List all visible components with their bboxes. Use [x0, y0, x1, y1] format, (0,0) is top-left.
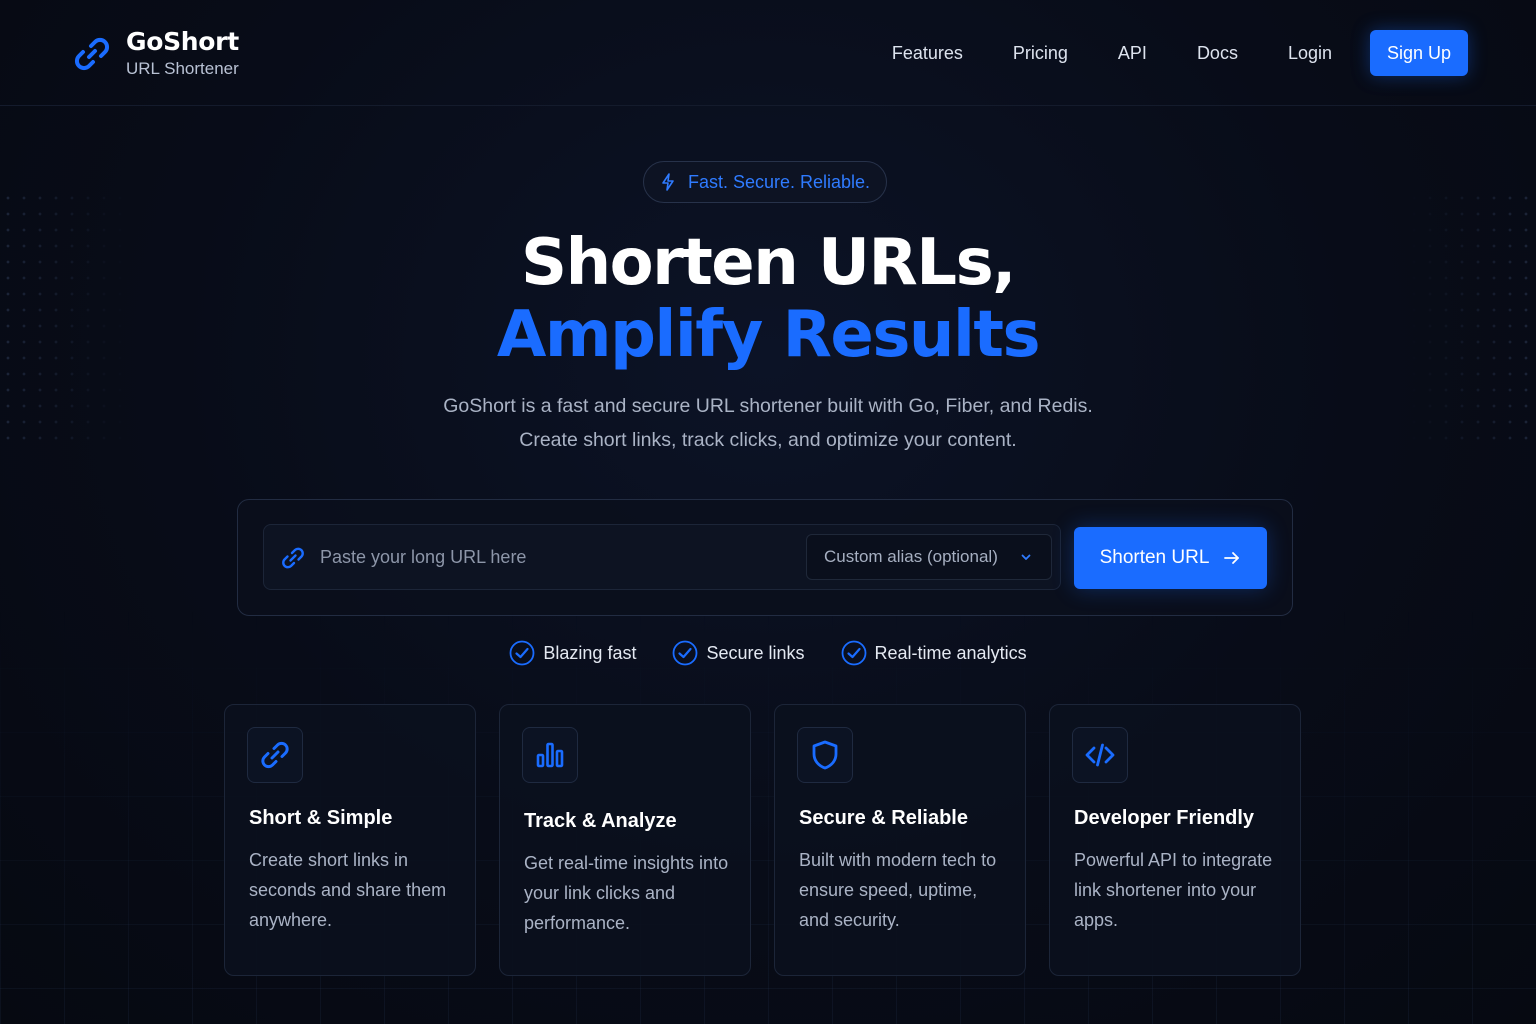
feature-checklist: Blazing fast Secure links Real-time anal…	[0, 640, 1536, 666]
card-icon-box	[522, 727, 578, 783]
brand-name: GoShort	[126, 27, 239, 56]
card-title: Developer Friendly	[1074, 807, 1255, 829]
custom-alias-label: Custom alias (optional)	[824, 547, 998, 566]
check-circle-icon	[510, 640, 535, 666]
card-description: Create short links in seconds and share …	[249, 850, 447, 930]
long-url-input[interactable]	[320, 525, 800, 589]
feature-card-short-simple: Short & Simple Create short links in sec…	[224, 704, 476, 976]
shorten-form: Custom alias (optional) Shorten URL	[237, 499, 1293, 616]
hero-subtitle-line1: GoShort is a fast and secure URL shorten…	[443, 395, 1093, 417]
link-icon	[261, 741, 289, 769]
top-navbar: GoShort URL Shortener Features Pricing A…	[0, 0, 1536, 106]
check-circle-icon	[673, 640, 698, 666]
feature-card-track-analyze: Track & Analyze Get real-time insights i…	[499, 704, 751, 976]
tagline-text: Fast. Secure. Reliable.	[687, 171, 871, 192]
feature-card-developer-friendly: Developer Friendly Powerful API to integ…	[1049, 704, 1301, 976]
nav-link-api[interactable]: API	[1118, 43, 1147, 64]
card-icon-box	[247, 727, 303, 783]
brand-logo[interactable]: GoShort URL Shortener	[72, 28, 239, 79]
lightning-icon	[662, 173, 674, 191]
feature-card-secure-reliable: Secure & Reliable Built with modern tech…	[774, 704, 1026, 976]
hero-subtitle-line2: Create short links, track clicks, and op…	[519, 429, 1017, 451]
shorten-url-label: Shorten URL	[1099, 547, 1210, 568]
check-label: Secure links	[706, 642, 805, 663]
landing-page: GoShort URL Shortener Features Pricing A…	[0, 0, 1536, 1024]
sign-up-button[interactable]: Sign Up	[1370, 30, 1468, 76]
hero-title-line2: Amplify Results	[496, 298, 1041, 372]
card-description: Powerful API to integrate link shortener…	[1074, 850, 1273, 930]
card-description: Built with modern tech to ensure speed, …	[799, 850, 997, 930]
nav-links: Features Pricing API Docs Login Sign Up	[892, 30, 1468, 76]
nav-link-login[interactable]: Login	[1288, 43, 1332, 64]
card-description: Get real-time insights into your link cl…	[524, 853, 729, 933]
nav-link-features[interactable]: Features	[892, 43, 963, 64]
arrow-right-icon	[1224, 552, 1240, 564]
custom-alias-select[interactable]: Custom alias (optional)	[806, 534, 1052, 580]
check-label: Blazing fast	[543, 642, 637, 663]
nav-link-pricing[interactable]: Pricing	[1013, 43, 1068, 64]
brand-subtitle: URL Shortener	[126, 59, 239, 78]
chevron-down-icon	[1021, 554, 1031, 560]
shorten-url-button[interactable]: Shorten URL	[1074, 527, 1267, 589]
card-icon-box	[797, 727, 853, 783]
shield-icon	[812, 740, 838, 770]
card-title: Secure & Reliable	[799, 807, 968, 829]
code-icon	[1085, 743, 1115, 767]
chain-link-icon	[74, 37, 110, 70]
card-title: Track & Analyze	[524, 810, 677, 832]
bar-chart-icon	[536, 742, 564, 768]
tagline-badge: Fast. Secure. Reliable.	[643, 161, 887, 203]
hero-title-line1: Shorten URLs,	[521, 226, 1016, 300]
card-title: Short & Simple	[249, 807, 393, 829]
check-item: Real-time analytics	[841, 640, 1027, 666]
check-label: Real-time analytics	[874, 642, 1027, 663]
link-icon	[282, 547, 304, 569]
url-field-wrapper: Custom alias (optional)	[263, 524, 1061, 590]
card-icon-box	[1072, 727, 1128, 783]
check-item: Secure links	[672, 640, 805, 666]
check-circle-icon	[841, 640, 866, 666]
nav-link-docs[interactable]: Docs	[1197, 43, 1238, 64]
check-item: Blazing fast	[509, 640, 636, 666]
